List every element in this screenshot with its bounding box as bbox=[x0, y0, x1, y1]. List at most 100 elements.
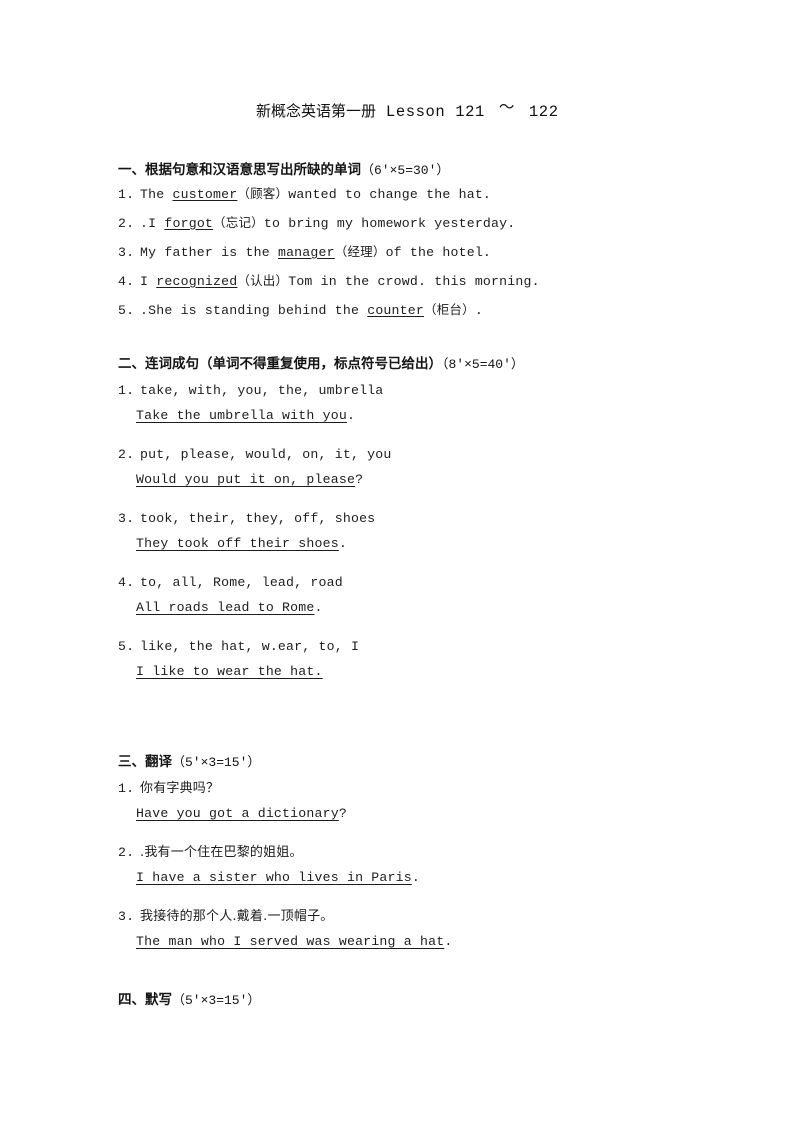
combo-answer-text: All roads lead to Rome bbox=[136, 600, 315, 615]
question-before: .I bbox=[140, 216, 157, 231]
translate-answer: I have a sister who lives in Paris. bbox=[118, 865, 718, 891]
combo-item: 4. to, all, Rome, lead, road All roads le… bbox=[118, 570, 718, 621]
combo-item: 5. like, the hat, w.ear, to, I I like to … bbox=[118, 634, 718, 685]
question-hint: （忘记） bbox=[213, 215, 264, 230]
section-one-points: （6'×5=30'） bbox=[361, 163, 450, 178]
combo-answer-punct: . bbox=[314, 600, 323, 615]
question-before: .She is standing behind the bbox=[140, 303, 360, 318]
page-title-lesson-from: 121 bbox=[455, 103, 485, 121]
question-after: of the hotel. bbox=[385, 245, 492, 260]
combo-answer: They took off their shoes. bbox=[118, 531, 718, 557]
page-title-tilde: ～ bbox=[498, 99, 515, 117]
question-number: 2. bbox=[118, 216, 135, 231]
combo-words: took, their, they, off, shoes bbox=[140, 511, 376, 526]
question-row: 2. .I forgot（忘记）to bring my homework yest… bbox=[118, 209, 718, 238]
combo-answer-punct: . bbox=[346, 408, 356, 423]
translate-answer-punct: . bbox=[444, 934, 453, 949]
section-one-heading-text: 一、根据句意和汉语意思写出所缺的单词 bbox=[118, 162, 361, 178]
section-one: 一、根据句意和汉语意思写出所缺的单词（6'×5=30'） 1. The custo… bbox=[118, 158, 718, 325]
question-number: 4. bbox=[118, 274, 135, 289]
question-hint: （经理） bbox=[334, 244, 386, 259]
combo-words: to, all, Rome, lead, road bbox=[140, 575, 343, 590]
translate-item: 3. 我接待的那个人.戴着.一顶帽子。 The man who I served … bbox=[118, 904, 718, 955]
combo-prompt: 4. to, all, Rome, lead, road bbox=[118, 570, 718, 595]
combo-answer-text: They took off their shoes bbox=[136, 536, 339, 551]
combo-item: 2. put, please, would, on, it, you Would … bbox=[118, 442, 718, 493]
combo-prompt: 3. took, their, they, off, shoes bbox=[118, 506, 718, 531]
translate-number: 1. bbox=[118, 781, 135, 796]
question-hint: （认出） bbox=[237, 273, 289, 288]
combo-number: 3. bbox=[118, 511, 135, 526]
combo-prompt: 1. take, with, you, the, umbrella bbox=[118, 378, 718, 403]
question-number: 1. bbox=[118, 187, 135, 202]
combo-answer: All roads lead to Rome. bbox=[118, 595, 718, 621]
translate-item: 2. .我有一个住在巴黎的姐姐。 I have a sister who live… bbox=[118, 840, 718, 891]
question-row: 1. The customer（顾客）wanted to change the h… bbox=[118, 180, 718, 209]
combo-answer-text: Take the umbrella with you bbox=[136, 408, 347, 423]
question-before: The bbox=[140, 187, 165, 202]
page-title-lesson: Lesson bbox=[385, 103, 446, 121]
answer-blank: forgot bbox=[164, 216, 214, 231]
combo-item: 3. took, their, they, off, shoes They too… bbox=[118, 506, 718, 557]
page-title: 新概念英语第一册 Lesson 121 ～ 122 bbox=[256, 99, 559, 121]
question-before: My father is the bbox=[140, 245, 270, 260]
translate-answer: The man who I served was wearing a hat. bbox=[118, 929, 718, 955]
question-number: 5. bbox=[118, 303, 135, 318]
section-one-heading: 一、根据句意和汉语意思写出所缺的单词（6'×5=30'） bbox=[118, 158, 718, 178]
question-row: 5. .She is standing behind the counter（柜台… bbox=[118, 296, 718, 325]
section-three-heading: 三、翻译（5'×3=15'） bbox=[118, 750, 718, 770]
translate-item: 1. 你有字典吗？ Have you got a dictionary? bbox=[118, 776, 718, 827]
combo-answer: I like to wear the hat. bbox=[118, 659, 718, 685]
section-two-heading: 二、连词成句（单词不得重复使用，标点符号已给出）（8'×5=40'） bbox=[118, 352, 718, 372]
translate-answer-punct: ? bbox=[338, 806, 347, 821]
combo-answer-text: Would you put it on, please bbox=[136, 472, 356, 487]
answer-blank: recognized bbox=[156, 274, 238, 289]
combo-number: 4. bbox=[118, 575, 135, 590]
document-page: 新概念英语第一册 Lesson 121 ～ 122 一、根据句意和汉语意思写出所… bbox=[0, 0, 794, 1123]
translate-answer-punct: . bbox=[411, 870, 420, 885]
question-after: . bbox=[474, 303, 483, 318]
translate-answer-text: The man who I served was wearing a hat bbox=[136, 934, 445, 949]
combo-words: put, please, would, on, it, you bbox=[140, 447, 392, 462]
section-two-points: （8'×5=40'） bbox=[442, 357, 524, 372]
combo-words: like, the hat, w.ear, to, I bbox=[140, 639, 360, 654]
combo-answer-text: I like to wear the hat. bbox=[136, 664, 323, 679]
translate-number: 3. bbox=[118, 909, 135, 924]
section-two-heading-text: 二、连词成句（单词不得重复使用，标点符号已给出） bbox=[118, 356, 442, 372]
question-hint: （顾客） bbox=[237, 186, 289, 201]
combo-number: 1. bbox=[118, 383, 135, 398]
translate-source: .我有一个住在巴黎的姐姐。 bbox=[140, 845, 303, 860]
answer-blank: customer bbox=[172, 187, 238, 202]
combo-answer: Take the umbrella with you. bbox=[118, 403, 718, 429]
answer-blank: manager bbox=[277, 245, 335, 260]
translate-prompt: 1. 你有字典吗？ bbox=[118, 776, 718, 801]
section-three-heading-text: 三、翻译 bbox=[118, 754, 172, 770]
section-three: 三、翻译（5'×3=15'） 1. 你有字典吗？ Have you got a d… bbox=[118, 750, 718, 968]
combo-number: 5. bbox=[118, 639, 135, 654]
page-title-cjk: 新概念英语第一册 bbox=[256, 102, 377, 120]
section-three-points: （5'×3=15'） bbox=[172, 755, 261, 770]
combo-number: 2. bbox=[118, 447, 135, 462]
translate-prompt: 2. .我有一个住在巴黎的姐姐。 bbox=[118, 840, 718, 865]
translate-answer: Have you got a dictionary? bbox=[118, 801, 718, 827]
translate-answer-text: I have a sister who lives in Paris bbox=[136, 870, 412, 885]
page-title-lesson-to: 122 bbox=[528, 103, 559, 121]
question-row: 4. I recognized（认出）Tom in the crowd. this… bbox=[118, 267, 718, 296]
question-row: 3. My father is the manager（经理）of the hot… bbox=[118, 238, 718, 267]
section-four-heading-text: 四、默写 bbox=[118, 992, 172, 1008]
answer-blank: counter bbox=[367, 303, 424, 318]
translate-source: 我接待的那个人.戴着.一顶帽子。 bbox=[140, 909, 334, 924]
section-two: 二、连词成句（单词不得重复使用，标点符号已给出）（8'×5=40'） 1. tak… bbox=[118, 352, 718, 698]
question-after: to bring my homework yesterday. bbox=[263, 216, 516, 231]
translate-source: 你有字典吗？ bbox=[140, 781, 220, 796]
translate-answer-text: Have you got a dictionary bbox=[136, 806, 339, 821]
translate-number: 2. bbox=[118, 845, 135, 860]
section-four-points: （5'×3=15'） bbox=[172, 993, 261, 1008]
question-after: Tom in the crowd. this morning. bbox=[288, 274, 540, 289]
question-after: wanted to change the hat. bbox=[288, 187, 492, 202]
combo-words: take, with, you, the, umbrella bbox=[140, 383, 384, 398]
combo-item: 1. take, with, you, the, umbrella Take th… bbox=[118, 378, 718, 429]
combo-answer-punct: . bbox=[338, 536, 347, 551]
question-hint: （柜台） bbox=[424, 302, 475, 317]
combo-prompt: 5. like, the hat, w.ear, to, I bbox=[118, 634, 718, 659]
